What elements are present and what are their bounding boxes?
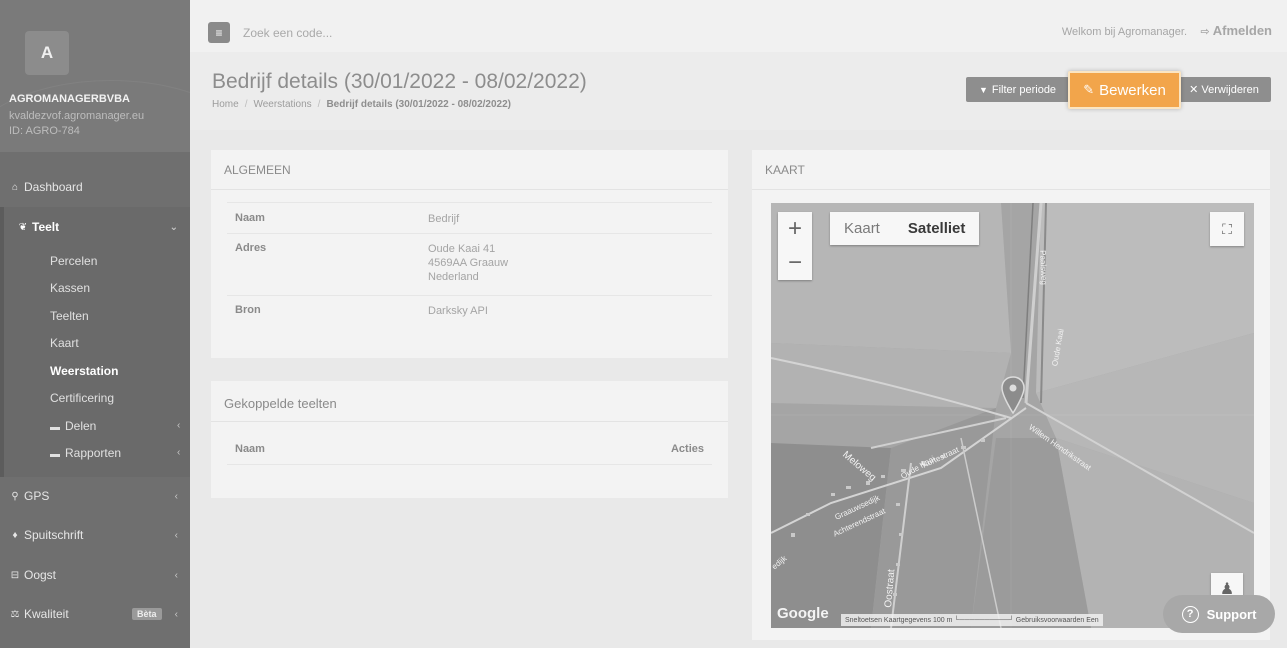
welcome-text: Welkom bij Agromanager. [1061,26,1187,38]
sidebar-item-kwaliteit[interactable]: ⚖ Kwaliteit Bèta ‹ [0,604,190,624]
sidebar-item-label: Rapporten [65,446,122,460]
folder-icon: ▬ [50,449,60,460]
bron-value: Darksky API [428,305,488,317]
sign-out-icon: ⇨ [1200,26,1210,38]
sidebar-subitem-certificering[interactable]: Certificering [50,391,114,405]
sidebar-item-label: GPS [24,489,50,503]
topbar: ≡ Welkom bij Agromanager. ⇨ Afmelden [190,0,1287,52]
breadcrumb-home[interactable]: Home [212,99,239,110]
chevron-left-icon: ‹ [174,529,178,541]
gekoppelde-teelten-card: Gekoppelde teelten Naam Acties [211,381,728,498]
zoom-in-button[interactable]: + [788,212,802,246]
folder-icon: ▬ [50,422,60,433]
page-title: Bedrijf details (30/01/2022 - 08/02/2022… [212,70,587,93]
card-title: KAART [765,163,805,177]
zoom-control: + − [778,212,812,280]
sidebar-item-spuitschrift[interactable]: ♦ Spuitschrift ‹ [0,525,190,545]
sidebar-profile: A AGROMANAGERBVBA kvaldezvof.agromanager… [0,0,190,152]
sidebar-item-label: Spuitschrift [24,528,84,542]
map-attribution[interactable]: Sneltoetsen Kaartgegevens 100 m └───────… [841,614,1103,626]
sidebar-subitem-delen[interactable]: ▬ Delen [50,419,96,433]
close-icon: ✕ [1189,84,1199,96]
naam-label: Naam [235,212,265,224]
breadcrumb-weerstations[interactable]: Weerstations [253,99,311,110]
leaf-icon: ❦ [18,221,28,233]
sidebar-item-label: Kwaliteit [24,607,69,621]
map-type-kaart-button[interactable]: Kaart [830,212,894,245]
sidebar-item-gps[interactable]: ⚲ GPS ‹ [0,486,190,506]
algemeen-card: ALGEMEEN Naam Bedrijf Adres Oude Kaai 41… [211,150,728,358]
sidebar-subitem-percelen[interactable]: Percelen [50,254,97,268]
sidebar-item-label: Teelt [32,220,60,234]
logout-label: Afmelden [1212,23,1272,38]
fullscreen-icon: ⛶ [1222,220,1232,237]
map-marker-icon: ⚲ [11,490,19,502]
sidebar-item-label: Delen [65,419,97,433]
company-name: AGROMANAGERBVBA [9,93,130,105]
sidebar-item-oogst[interactable]: ⊟ Oogst ‹ [0,565,190,585]
filter-period-button[interactable]: ▼ Filter periode [966,77,1069,102]
card-title: Gekoppelde teelten [224,396,337,411]
home-icon: ⌂ [11,181,19,193]
sidebar-item-label: Dashboard [24,180,83,194]
sidebar-item-dashboard[interactable]: ⌂ Dashboard [0,177,190,197]
map-type-control: Kaart Satelliet [830,212,980,245]
chevron-left-icon: ‹ [177,447,181,458]
breadcrumb-current: Bedrijf details (30/01/2022 - 08/02/2022… [326,99,511,110]
adres-line: 4569AA Graauw [428,257,509,269]
road-label: Paalsweg [1038,250,1049,285]
avatar[interactable]: A [25,31,69,75]
logout-link[interactable]: ⇨ Afmelden [1200,23,1272,38]
column-header-naam: Naam [235,443,265,455]
chevron-left-icon: ‹ [174,569,178,581]
sidebar-item-teelt[interactable]: ❦ Teelt ⌄ [0,217,190,237]
support-label: Support [1206,606,1257,622]
hamburger-icon: ≡ [215,25,223,40]
card-title: ALGEMEEN [224,163,291,177]
company-email: kvaldezvof.agromanager.eu [9,110,145,122]
edit-label: Bewerken [1099,81,1166,99]
support-button[interactable]: ? Support [1163,595,1275,633]
sidebar-subitem-weerstation[interactable]: Weerstation [50,364,118,378]
search-input[interactable] [243,24,543,42]
delete-label: Verwijderen [1201,83,1259,96]
chevron-left-icon: ‹ [174,608,178,620]
chevron-down-icon: ⌄ [169,221,178,233]
adres-line: Oude Kaai 41 [428,243,496,255]
google-logo: Google [777,605,829,622]
drop-icon: ♦ [12,529,18,541]
filter-icon: ▼ [978,84,988,95]
breadcrumb: Home / Weerstations / Bedrijf details (30/01… [212,99,511,110]
filter-label: Filter periode [991,83,1057,96]
sidebar: A AGROMANAGERBVBA kvaldezvof.agromanager… [0,0,190,648]
pencil-icon: ✎ [1083,82,1095,97]
beta-badge: Bèta [132,608,162,620]
fullscreen-button[interactable]: ⛶ [1210,212,1244,246]
edit-button[interactable]: ✎ Bewerken [1068,71,1181,109]
adres-label: Adres [235,242,267,254]
chevron-left-icon: ‹ [174,490,178,502]
sidebar-group-teelt [0,207,190,477]
chevron-left-icon: ‹ [177,420,181,431]
basket-icon: ⊟ [10,569,20,581]
balance-scale-icon: ⚖ [10,608,20,620]
sidebar-subitem-teelten[interactable]: Teelten [50,309,89,323]
column-header-acties: Acties [670,443,704,455]
satellite-map[interactable]: Paalsweg Oude Kaai Willem Hendrikstraat … [771,203,1254,628]
bron-label: Bron [235,304,261,316]
sidebar-subitem-kaart[interactable]: Kaart [50,336,79,350]
naam-value: Bedrijf [428,213,460,225]
sidebar-item-label: Oogst [24,568,57,582]
adres-value: Oude Kaai 41 4569AA Graauw Nederland [428,242,508,284]
map-marker-icon[interactable] [1001,376,1025,419]
sidebar-subitem-rapporten[interactable]: ▬ Rapporten [50,446,121,460]
adres-line: Nederland [428,271,479,283]
delete-button[interactable]: ✕ Verwijderen [1177,77,1271,102]
sidebar-subitem-kassen[interactable]: Kassen [50,281,90,295]
company-id: ID: AGRO-784 [9,125,80,137]
zoom-out-button[interactable]: − [788,246,802,280]
question-icon: ? [1181,605,1199,623]
menu-toggle-button[interactable]: ≡ [208,22,230,43]
map-type-satelliet-button[interactable]: Satelliet [894,212,980,245]
